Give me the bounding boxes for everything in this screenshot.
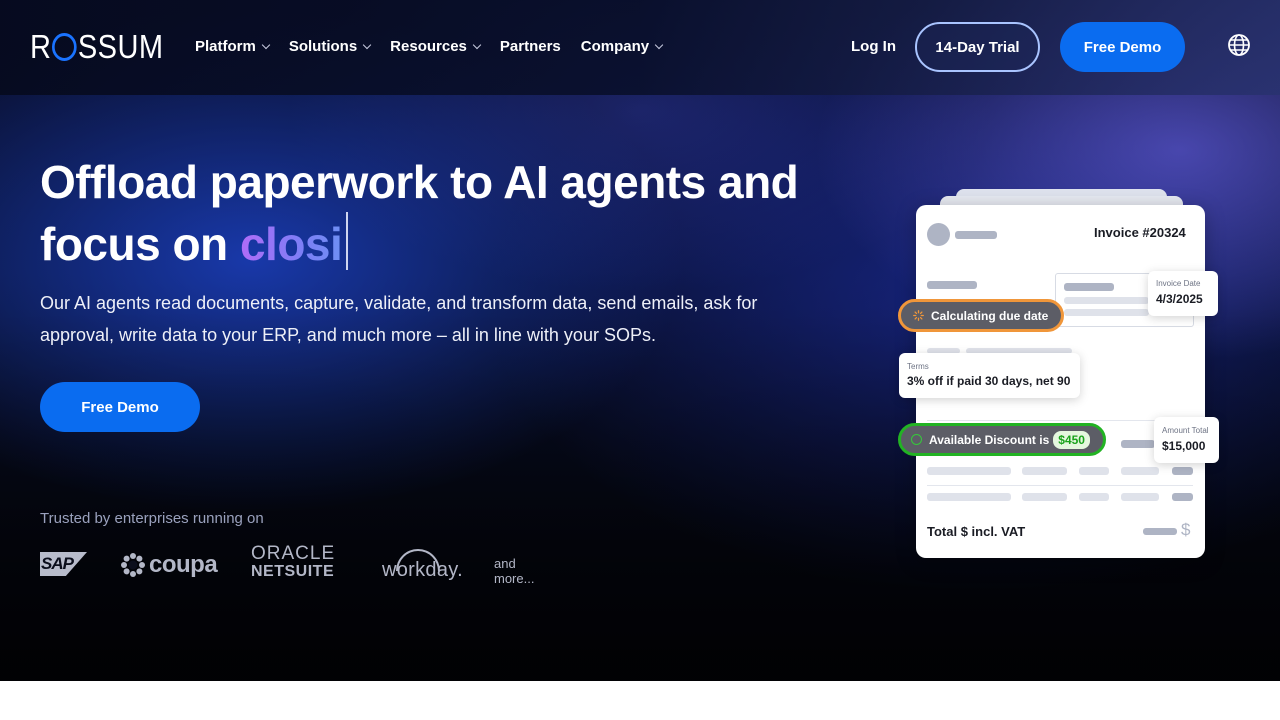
spinner-icon <box>913 310 924 321</box>
terms-value: 3% off if paid 30 days, net 90 <box>907 374 1071 388</box>
sap-logo-text: SAP <box>41 554 74 573</box>
coupa-logo: coupa <box>120 551 218 579</box>
placeholder-bar <box>1121 493 1159 501</box>
available-discount-label: Available Discount is <box>929 432 1050 447</box>
free-demo-button[interactable]: Free Demo <box>1060 22 1185 72</box>
placeholder-bar <box>1022 467 1067 475</box>
placeholder-bar <box>1064 297 1149 304</box>
menu-label-resources: Resources <box>390 37 467 55</box>
placeholder-bar <box>1121 467 1159 475</box>
globe-icon[interactable] <box>1227 33 1251 57</box>
chevron-down-icon <box>261 40 271 49</box>
hero-section: R SSUM Platform Solutions Resources Part… <box>0 0 1280 681</box>
placeholder-bar <box>1064 283 1114 291</box>
oracle-netsuite-logo: ORACLE NETSUITE <box>251 543 336 581</box>
trusted-by-text: Trusted by enterprises running on <box>40 510 264 527</box>
total-label: Total $ incl. VAT <box>927 524 1026 539</box>
menu-item-partners[interactable]: Partners <box>500 36 561 56</box>
logo-letter-r: R <box>30 28 52 65</box>
menu-item-platform[interactable]: Platform <box>195 36 271 56</box>
menu-item-solutions[interactable]: Solutions <box>288 36 372 56</box>
placeholder-bar <box>927 281 977 289</box>
chevron-down-icon <box>654 40 664 49</box>
menu-label-platform: Platform <box>195 37 256 55</box>
placeholder-bar <box>955 231 997 239</box>
menu-item-resources[interactable]: Resources <box>390 36 482 56</box>
chevron-down-icon <box>472 40 482 49</box>
page-below-fold <box>0 681 1280 720</box>
placeholder-bar <box>1079 467 1109 475</box>
terms-tag: Terms 3% off if paid 30 days, net 90 <box>899 353 1080 398</box>
coupa-burst-icon <box>121 553 145 577</box>
typing-caret <box>346 212 349 270</box>
headline-line-1: Offload paperwork to AI agents and <box>40 156 799 208</box>
check-circle-icon <box>911 434 922 445</box>
placeholder-bar <box>1172 493 1193 501</box>
available-discount-pill: Available Discount is $450 <box>898 423 1106 456</box>
menu-label-solutions: Solutions <box>288 37 358 55</box>
amount-total-tag: Amount Total $15,000 <box>1154 417 1219 463</box>
headline-typed-word: closi <box>239 218 343 270</box>
and-more-text: and more... <box>494 556 535 586</box>
trial-button[interactable]: 14-Day Trial <box>915 22 1040 72</box>
main-menu: Platform Solutions Resources Partners Co… <box>195 36 682 56</box>
dollar-sign-icon: $ <box>1181 520 1191 539</box>
invoice-date-label: Invoice Date <box>1156 279 1201 288</box>
placeholder-bar <box>927 467 1011 475</box>
hero-headline: Offload paperwork to AI agents and focus… <box>40 152 840 274</box>
vendor-avatar <box>927 223 950 246</box>
workday-logo: workday. <box>382 547 463 582</box>
logo-wordmark: R SSUM <box>30 28 163 66</box>
top-navbar: R SSUM Platform Solutions Resources Part… <box>0 0 1280 95</box>
hero-subtext: Our AI agents read documents, capture, v… <box>40 293 758 345</box>
amount-total-value: $15,000 <box>1162 439 1206 453</box>
coupa-logo-text: coupa <box>149 551 218 578</box>
oracle-logo-text: ORACLE <box>251 543 336 564</box>
headline-line-2-prefix: focus on <box>40 218 240 270</box>
menu-item-company[interactable]: Company <box>580 36 664 56</box>
menu-label-partners: Partners <box>499 37 561 55</box>
divider-line <box>927 420 1193 421</box>
divider-line <box>927 485 1193 486</box>
placeholder-bar <box>1143 528 1177 535</box>
calculating-due-date-pill: Calculating due date <box>898 299 1064 332</box>
placeholder-bar <box>1121 440 1155 448</box>
rossum-logo[interactable]: R SSUM <box>30 28 182 66</box>
logo-letters-ssum: SSUM <box>77 28 164 65</box>
logo-o-circle-icon <box>52 33 77 61</box>
discount-value-badge: $450 <box>1053 430 1090 449</box>
hero-free-demo-button[interactable]: Free Demo <box>40 382 200 432</box>
invoice-date-value: 4/3/2025 <box>1156 292 1203 306</box>
placeholder-bar <box>1022 493 1067 501</box>
placeholder-bar <box>927 493 1011 501</box>
workday-arc-icon <box>396 549 440 571</box>
netsuite-logo-text: NETSUITE <box>251 563 335 580</box>
login-link[interactable]: Log In <box>851 38 896 55</box>
chevron-down-icon <box>362 40 372 49</box>
calculating-label: Calculating due date <box>931 308 1049 323</box>
placeholder-bar <box>1079 493 1109 501</box>
invoice-title: Invoice #20324 <box>1094 225 1186 240</box>
terms-label: Terms <box>907 362 929 371</box>
placeholder-bar <box>1172 467 1193 475</box>
placeholder-bar <box>1064 309 1149 316</box>
amount-total-label: Amount Total <box>1162 426 1209 435</box>
invoice-date-tag: Invoice Date 4/3/2025 <box>1148 271 1218 316</box>
menu-label-company: Company <box>580 37 650 55</box>
